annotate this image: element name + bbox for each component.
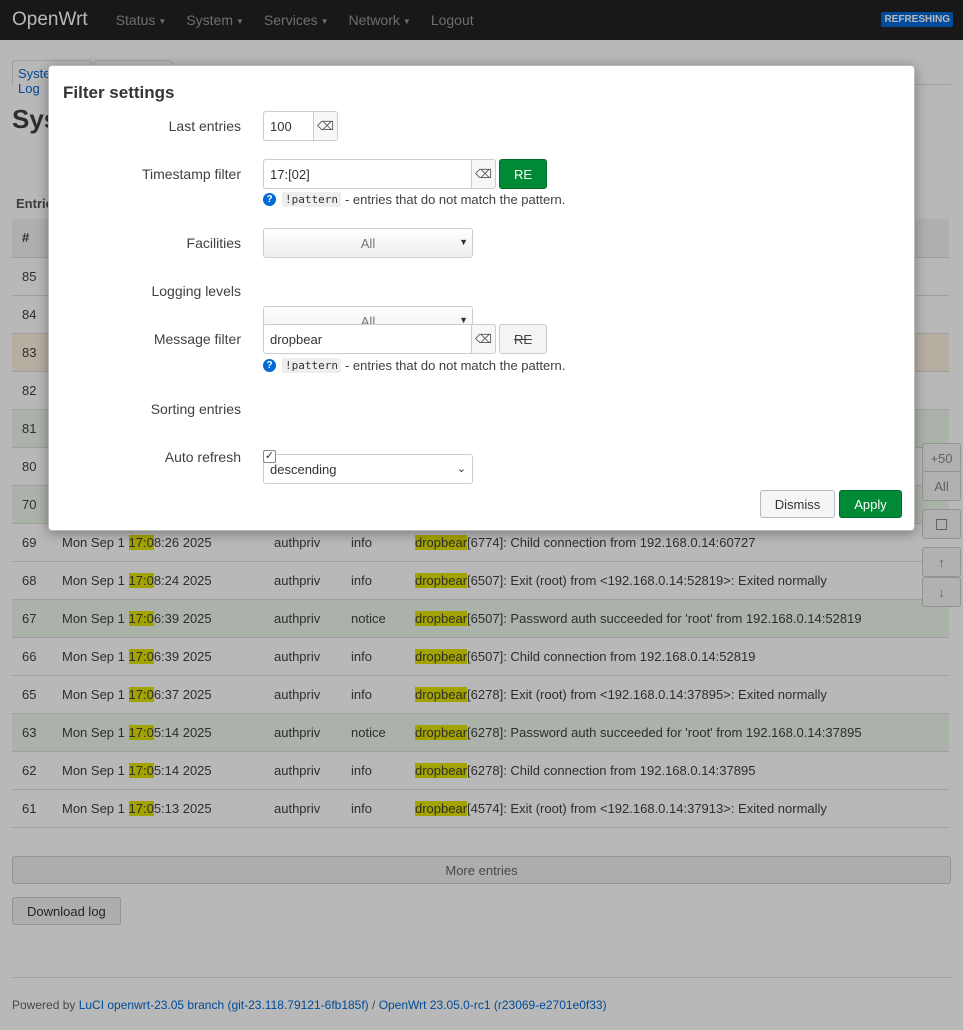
filter-settings-dialog: Filter settings Last entries 100 ⌫ Times…	[48, 65, 915, 531]
sorting-select[interactable]: descending ⌄	[263, 454, 473, 484]
message-filter-control: dropbear ⌫ RE	[263, 324, 547, 354]
last-entries-control: 100 ⌫	[263, 111, 338, 141]
dismiss-button[interactable]: Dismiss	[760, 490, 835, 518]
clear-message-button[interactable]: ⌫	[472, 324, 496, 354]
timestamp-filter-hint: ? !pattern - entries that do not match t…	[263, 192, 565, 207]
help-icon: ?	[263, 193, 276, 206]
hint-text: - entries that do not match the pattern.	[344, 358, 566, 373]
timestamp-filter-control: 17:[02] ⌫ RE	[263, 159, 547, 189]
timestamp-filter-label: Timestamp filter	[141, 166, 241, 182]
dropdown-arrow-icon: ▼	[459, 237, 468, 247]
hint-code: !pattern	[282, 358, 341, 373]
last-entries-label: Last entries	[168, 118, 241, 134]
hint-code: !pattern	[282, 192, 341, 207]
timestamp-regex-toggle[interactable]: RE	[499, 159, 547, 189]
hint-text: - entries that do not match the pattern.	[344, 192, 566, 207]
sorting-value: descending	[270, 461, 337, 477]
last-entries-input[interactable]: 100	[263, 111, 314, 141]
facilities-value: All	[360, 235, 376, 251]
backspace-icon: ⌫	[475, 332, 492, 346]
message-filter-input[interactable]: dropbear	[263, 324, 472, 354]
logging-levels-label: Logging levels	[151, 283, 241, 299]
facilities-label: Facilities	[186, 235, 241, 251]
chevron-down-icon: ⌄	[456, 463, 466, 475]
sorting-label: Sorting entries	[150, 401, 241, 417]
auto-refresh-label: Auto refresh	[164, 449, 241, 465]
checkmark-icon: ✓	[264, 450, 275, 462]
clear-timestamp-button[interactable]: ⌫	[472, 159, 496, 189]
facilities-dropdown[interactable]: All ▼	[263, 228, 473, 258]
backspace-icon: ⌫	[317, 119, 334, 133]
auto-refresh-checkbox[interactable]: ✓	[263, 450, 276, 463]
message-filter-label: Message filter	[153, 331, 241, 347]
message-regex-toggle[interactable]: RE	[499, 324, 547, 354]
dialog-title: Filter settings	[63, 83, 175, 102]
timestamp-filter-input[interactable]: 17:[02]	[263, 159, 472, 189]
message-filter-hint: ? !pattern - entries that do not match t…	[263, 358, 565, 373]
backspace-icon: ⌫	[475, 167, 492, 181]
help-icon: ?	[263, 359, 276, 372]
header-dim-overlay	[0, 0, 963, 40]
apply-button[interactable]: Apply	[839, 490, 902, 518]
clear-last-entries-button[interactable]: ⌫	[314, 111, 338, 141]
